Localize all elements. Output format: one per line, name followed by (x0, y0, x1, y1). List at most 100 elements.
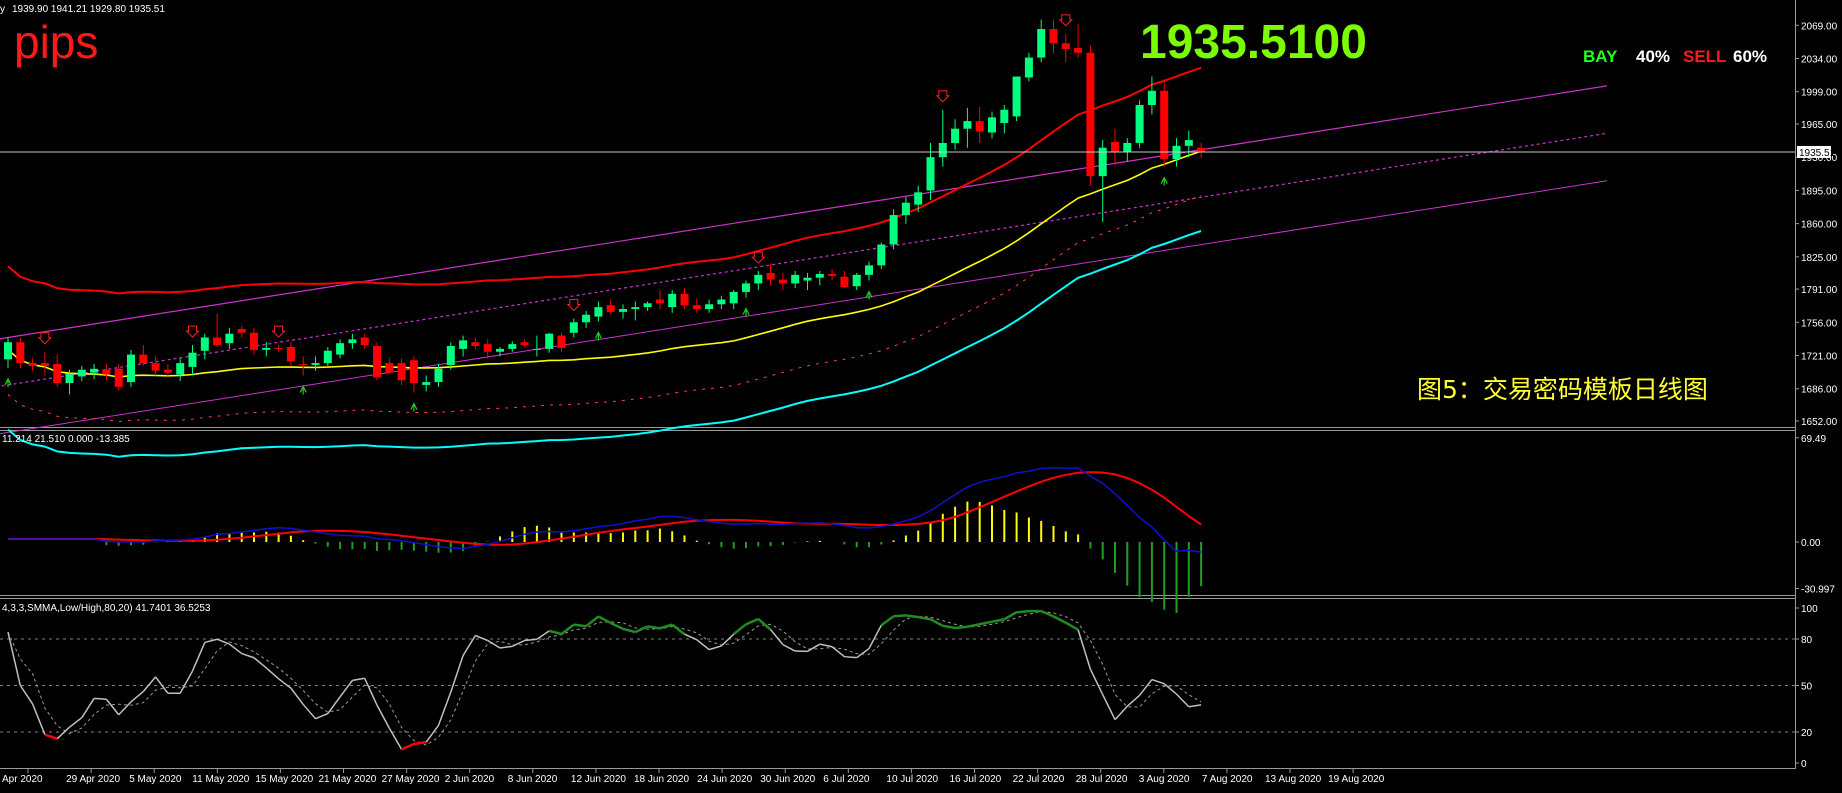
candle-body (840, 276, 849, 288)
candle-body (668, 293, 677, 308)
candle-body (938, 142, 947, 158)
candle-body (422, 382, 431, 385)
candle-body (373, 346, 381, 378)
candle-body (16, 342, 25, 364)
price-axis-tick-label: 1825.00 (1801, 253, 1838, 264)
candle-body (975, 121, 984, 132)
candle-body (532, 348, 541, 350)
candle-body (53, 364, 62, 384)
candle-body (114, 368, 123, 387)
price-axis-tick-label: 1999.00 (1801, 88, 1838, 99)
candle-body (1061, 43, 1070, 50)
date-axis-tick-label: 16 Jul 2020 (950, 774, 1002, 785)
stochastic-segment (1016, 609, 1030, 614)
candle-body (163, 369, 172, 373)
candle-body (225, 333, 234, 344)
date-axis-tick-label: 29 Apr 2020 (66, 774, 120, 785)
date-axis-tick-label: Apr 2020 (2, 774, 43, 785)
candle-body (336, 343, 345, 355)
date-axis-tick-label: 10 Jul 2020 (886, 774, 938, 785)
date-axis-tick-label: 6 Jul 2020 (823, 774, 870, 785)
candle-body (1123, 142, 1132, 153)
candle-body (926, 157, 935, 191)
candle (1012, 76, 1021, 122)
candle-body (655, 299, 664, 304)
price-axis-tick-label: 2069.00 (1801, 21, 1838, 32)
candle-body (213, 337, 222, 346)
big-current-price: 1935.5100 (1140, 16, 1367, 69)
macd-axis-tick-label: 0.00 (1801, 538, 1821, 549)
candle-body (889, 215, 898, 245)
date-axis-tick-label: 19 Aug 2020 (1328, 774, 1385, 785)
candle-body (828, 273, 837, 276)
macd-axis-tick-label: -30.997 (1801, 584, 1835, 595)
candle-body (803, 277, 812, 281)
candle-body (1135, 104, 1144, 143)
date-axis-tick-label: 13 Aug 2020 (1265, 774, 1322, 785)
candle-body (1086, 52, 1095, 177)
candle-body (545, 333, 554, 349)
candle-body (1111, 142, 1119, 153)
candle-body (1024, 57, 1033, 78)
candle-body (385, 363, 394, 373)
candle-body (262, 347, 271, 350)
price-axis-tick-label: 1895.00 (1801, 186, 1838, 197)
candle (877, 242, 886, 270)
date-axis-tick-label: 27 May 2020 (382, 774, 440, 785)
date-axis-tick-label: 15 May 2020 (255, 774, 313, 785)
candle-body (323, 350, 332, 364)
candle-body (1000, 109, 1009, 124)
candle-body (176, 363, 185, 375)
stochastic-axis-tick-label: 50 (1801, 682, 1813, 693)
stochastic-axis-tick-label: 0 (1801, 759, 1807, 770)
stochastic-segment (573, 623, 587, 628)
candle-body (102, 369, 111, 375)
sell-percent: 60% (1733, 47, 1767, 66)
candle-body (569, 322, 578, 333)
stochastic-segment (954, 625, 968, 630)
candle-body (127, 354, 135, 383)
macd-axis-tick-label: 69.49 (1801, 434, 1826, 445)
candle-body (1160, 90, 1169, 160)
candle-body (557, 335, 566, 348)
candle-body (299, 364, 308, 366)
candle-body (680, 293, 689, 306)
date-axis-tick-label: 24 Jun 2020 (697, 774, 752, 785)
price-axis-tick-label: 1721.00 (1801, 352, 1838, 363)
candle (127, 349, 135, 387)
candle-body (90, 368, 99, 373)
date-axis-tick-label: 22 Jul 2020 (1013, 774, 1065, 785)
candle-body (865, 265, 873, 275)
date-axis-tick-label: 12 Jun 2020 (571, 774, 626, 785)
candle-body (791, 274, 800, 284)
candle-body (483, 344, 492, 352)
candle-body (631, 307, 640, 310)
candle-body (274, 347, 283, 349)
candle-body (471, 342, 480, 347)
candle-body (200, 337, 209, 351)
stochastic-segment (893, 614, 906, 618)
candle-body (963, 121, 972, 129)
price-axis-tick-label: 1686.00 (1801, 385, 1838, 396)
stochastic-segment (94, 697, 107, 701)
candle-body (77, 369, 86, 377)
macd-label: 11.214 21.510 0.000 -13.385 (2, 434, 130, 445)
candle-body (717, 299, 726, 305)
candle-body (852, 274, 861, 287)
candle-body (286, 346, 295, 362)
candle-body (348, 339, 357, 344)
candle-body (988, 117, 996, 133)
candle-body (250, 332, 258, 350)
candle-body (742, 283, 750, 292)
candle-body (914, 192, 923, 205)
trading-chart[interactable]: 2069.002034.001999.001965.001930.001895.… (0, 0, 1842, 793)
current-price-tag: 1935.51 (1797, 145, 1836, 159)
candle-body (409, 360, 418, 384)
candle-body (951, 128, 960, 143)
date-axis-tick-label: 7 Aug 2020 (1202, 774, 1253, 785)
sell-label: SELL (1683, 47, 1726, 66)
candle-body (397, 363, 406, 381)
date-axis-tick-label: 5 May 2020 (129, 774, 182, 785)
candle (1160, 79, 1169, 167)
price-axis-tick-label: 1652.00 (1801, 417, 1838, 428)
